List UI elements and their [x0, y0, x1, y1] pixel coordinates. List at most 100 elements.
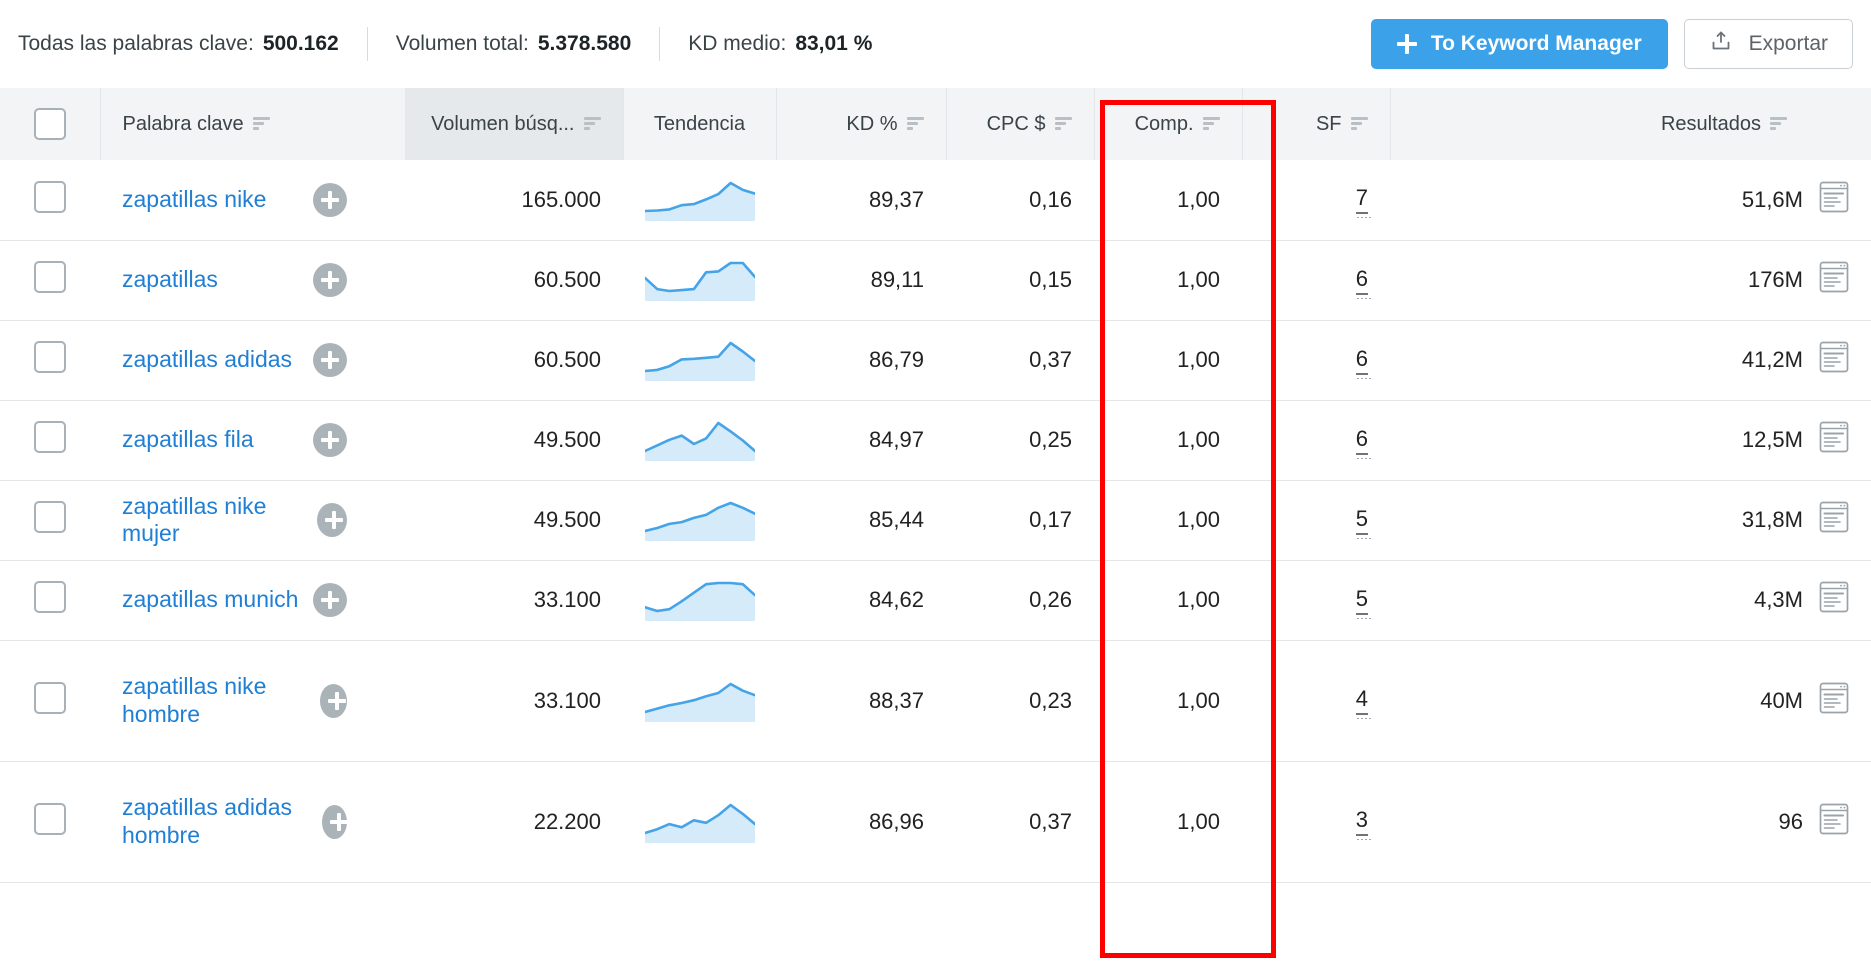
results-value: 40M	[1760, 687, 1803, 713]
serp-preview-icon[interactable]	[1819, 261, 1849, 299]
table-row[interactable]: zapatillas nike mujer 49.500 85,44 0,17 1,00…	[0, 480, 1871, 561]
keyword-link[interactable]: zapatillas adidas hombre	[122, 794, 308, 848]
keyword-cell: zapatillas	[100, 240, 405, 321]
table-row[interactable]: zapatillas fila 49.500 84,97 0,25 1,00 6 12,5M	[0, 400, 1871, 481]
keyword-link[interactable]: zapatillas fila	[122, 426, 254, 453]
summary-item-all-keywords: Todas las palabras clave: 500.162	[18, 32, 367, 56]
add-to-list-icon[interactable]	[313, 182, 347, 217]
th-keyword[interactable]: Palabra clave	[100, 88, 406, 160]
sf-value[interactable]: 6	[1355, 346, 1373, 379]
row-checkbox[interactable]	[34, 681, 66, 714]
table-header: Palabra clave Volumen búsq... Tendencia …	[0, 88, 1871, 160]
sf-value[interactable]: 4	[1355, 686, 1373, 719]
table-row[interactable]: zapatillas 60.500 89,11 0,15 1,00 6 176M	[0, 240, 1871, 321]
table-row[interactable]: zapatillas nike 165.000 89,37 0,16 1,00 7 51,6…	[0, 160, 1871, 241]
kd-cell: 88,37	[776, 640, 946, 762]
sf-value[interactable]: 7	[1355, 185, 1373, 219]
results-cell: 40M	[1390, 640, 1871, 762]
keyword-link[interactable]: zapatillas munich	[122, 586, 298, 613]
sort-icon[interactable]	[1202, 117, 1220, 131]
add-to-list-icon[interactable]	[313, 583, 347, 617]
add-to-list-icon[interactable]	[313, 263, 347, 297]
results-value: 41,2M	[1741, 347, 1803, 372]
results-value: 12,5M	[1741, 427, 1803, 452]
row-checkbox[interactable]	[34, 802, 66, 835]
sort-icon[interactable]	[252, 117, 270, 131]
plus-icon	[1396, 34, 1417, 54]
volume-cell: 49.500	[405, 480, 623, 561]
table-row[interactable]: zapatillas adidas hombre 22.200 86,96 0,37 1…	[0, 761, 1871, 883]
table-row[interactable]: zapatillas adidas 60.500 86,79 0,37 1,00 6 41,…	[0, 320, 1871, 401]
serp-preview-icon[interactable]	[1819, 682, 1849, 720]
table-row[interactable]: zapatillas munich 33.100 84,62 0,26 1,00 5 4,3…	[0, 560, 1871, 641]
sort-icon[interactable]	[1054, 117, 1072, 131]
toolbar-actions: To Keyword Manager Exportar	[1370, 19, 1853, 69]
sort-icon[interactable]	[1770, 117, 1787, 131]
th-results[interactable]: Resultados	[1390, 88, 1871, 160]
keyword-cell: zapatillas nike	[100, 160, 405, 241]
export-label: Exportar	[1748, 32, 1828, 55]
volume-cell: 22.200	[405, 761, 623, 883]
cpc-cell: 0,16	[946, 160, 1094, 241]
results-cell: 31,8M	[1390, 480, 1871, 561]
sf-cell: 4	[1242, 640, 1390, 762]
sf-cell: 6	[1242, 240, 1390, 321]
row-checkbox[interactable]	[34, 261, 66, 293]
sort-icon[interactable]	[583, 117, 601, 131]
volume-cell: 49.500	[405, 400, 623, 481]
add-to-list-icon[interactable]	[319, 683, 347, 718]
cpc-cell: 0,37	[946, 761, 1094, 883]
keyword-link[interactable]: zapatillas nike	[122, 186, 266, 213]
summary-toolbar: Todas las palabras clave: 500.162 Volume…	[0, 0, 1871, 88]
serp-preview-icon[interactable]	[1819, 501, 1849, 539]
sort-icon[interactable]	[1350, 117, 1368, 131]
row-checkbox[interactable]	[34, 581, 66, 613]
sf-value[interactable]: 6	[1355, 266, 1373, 299]
th-cpc[interactable]: CPC $	[946, 88, 1095, 160]
sort-icon[interactable]	[906, 117, 924, 131]
serp-preview-icon[interactable]	[1819, 421, 1849, 459]
table-row[interactable]: zapatillas nike hombre 33.100 88,37 0,23 1,0…	[0, 640, 1871, 762]
row-select-cell	[0, 480, 100, 561]
sf-cell: 6	[1242, 320, 1390, 401]
to-keyword-manager-button[interactable]: To Keyword Manager	[1370, 19, 1668, 69]
sf-value[interactable]: 5	[1355, 506, 1373, 539]
th-sf[interactable]: SF	[1242, 88, 1391, 160]
results-value: 51,6M	[1741, 186, 1803, 212]
total-volume-label: Volumen total:	[395, 32, 529, 55]
sf-cell: 3	[1242, 761, 1390, 883]
keyword-link[interactable]: zapatillas nike mujer	[122, 493, 303, 547]
keyword-link[interactable]: zapatillas nike hombre	[122, 673, 306, 727]
table-body: zapatillas nike 165.000 89,37 0,16 1,00 7 51,6…	[0, 160, 1871, 883]
sf-value[interactable]: 3	[1355, 807, 1373, 840]
add-to-list-icon[interactable]	[313, 343, 347, 377]
summary-stats: Todas las palabras clave: 500.162 Volume…	[18, 27, 900, 61]
keyword-link[interactable]: zapatillas adidas	[122, 346, 292, 373]
sf-value[interactable]: 5	[1355, 586, 1373, 619]
serp-preview-icon[interactable]	[1819, 341, 1849, 379]
row-checkbox[interactable]	[34, 421, 66, 453]
add-to-list-icon[interactable]	[313, 423, 347, 457]
th-cpc-label: CPC $	[986, 112, 1046, 135]
serp-preview-icon[interactable]	[1819, 581, 1849, 619]
row-checkbox[interactable]	[34, 501, 66, 533]
row-checkbox[interactable]	[34, 341, 66, 373]
select-all-checkbox[interactable]	[33, 108, 66, 140]
export-button[interactable]: Exportar	[1683, 19, 1853, 69]
keyword-link[interactable]: zapatillas	[122, 266, 218, 293]
competition-cell: 1,00	[1094, 320, 1242, 401]
add-to-list-icon[interactable]	[322, 804, 348, 839]
th-competition[interactable]: Comp.	[1094, 88, 1243, 160]
th-volume[interactable]: Volumen búsq...	[405, 88, 624, 160]
add-to-list-icon[interactable]	[317, 503, 347, 537]
sf-value[interactable]: 6	[1355, 426, 1373, 459]
row-checkbox[interactable]	[34, 180, 66, 213]
results-cell: 51,6M	[1390, 160, 1871, 241]
cpc-cell: 0,17	[946, 480, 1094, 561]
sf-cell: 6	[1242, 400, 1390, 481]
serp-preview-icon[interactable]	[1819, 181, 1849, 219]
serp-preview-icon[interactable]	[1819, 803, 1849, 841]
kd-cell: 89,11	[776, 240, 946, 321]
trend-sparkline-cell	[623, 640, 776, 762]
th-kd[interactable]: KD %	[776, 88, 947, 160]
